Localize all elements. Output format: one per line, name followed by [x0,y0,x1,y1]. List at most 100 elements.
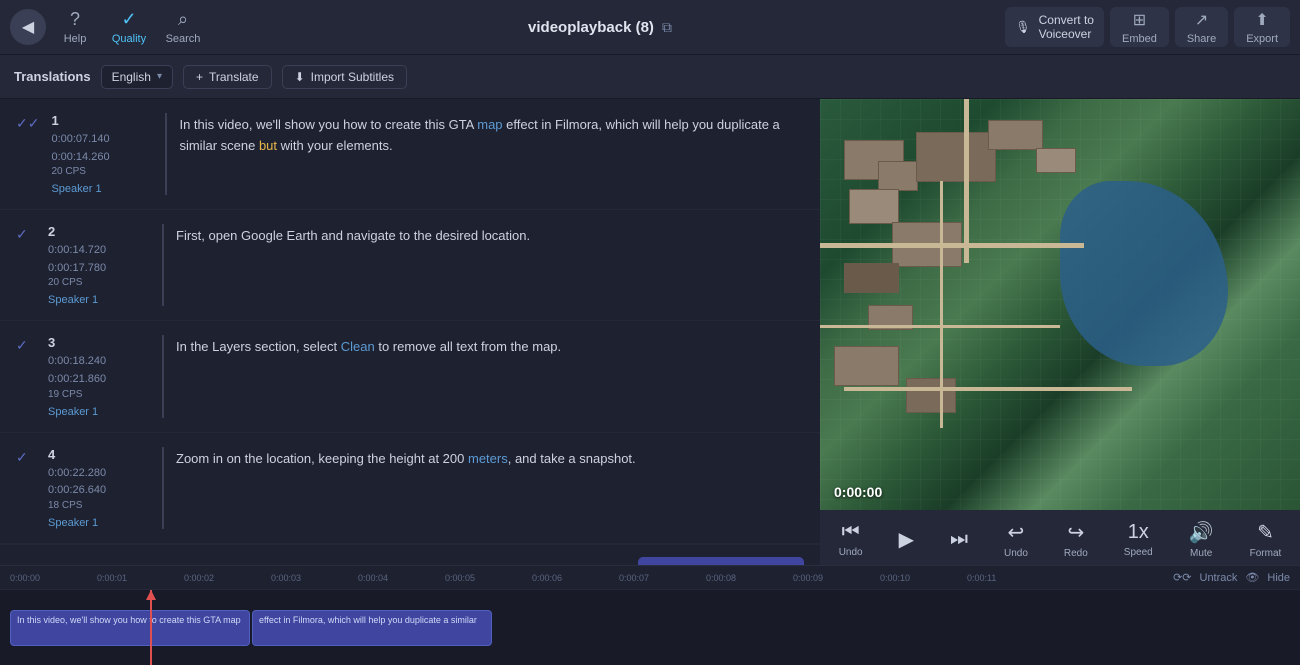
map-building-8 [834,346,899,386]
track-segment-text-2: effect in Filmora, which will help you d… [259,615,485,627]
topbar: ◀ ? Help ✓ Quality ⌕ Search videoplaybac… [0,0,1300,55]
untrack-button[interactable]: Untrack [1200,572,1238,584]
video-timestamp: 0:00:00 [834,484,882,500]
map-building-11 [1036,148,1076,173]
share-button[interactable]: ↗ Share [1175,7,1228,47]
convert-to-voiceover-button[interactable]: 🎙 Convert toVoiceover [1005,7,1104,47]
subtitle-text-2[interactable]: First, open Google Earth and navigate to… [176,224,804,247]
translate-label: Translate [209,70,259,84]
forward-button[interactable]: ⏭ [944,526,974,553]
tick-0: 0:00:00 [10,573,97,583]
subtitle-item-2: ✓ 2 0:00:14.720 0:00:17.780 20 CPS Speak… [0,210,820,321]
export-button[interactable]: ⬆ Export [1234,7,1290,47]
rewind-button[interactable]: ⏮ Undo [833,519,869,560]
redo-icon: ↪ [1067,520,1084,545]
subtitle-end-2: 0:00:17.780 [48,260,148,278]
subtitle-text-3[interactable]: In the Layers section, select Clean to r… [176,335,804,358]
controls-row: ⏮ Undo ▶ ⏭ ↩ Undo ↪ Redo 1x [820,518,1300,561]
subtitle-end-1: 0:00:14.260 [51,149,151,167]
subtitle-speaker-2[interactable]: Speaker 1 [48,294,148,306]
external-link-icon[interactable]: ⧉ [662,19,672,36]
subtitle-start-2: 0:00:14.720 [48,242,148,260]
subtitle-item-3: ✓ 3 0:00:18.240 0:00:21.860 19 CPS Speak… [0,321,820,432]
page-title: videoplayback (8) [528,19,654,36]
undo-button[interactable]: ↩ Undo [998,518,1034,561]
language-value: English [112,70,151,84]
subtitle-item-4: ✓ 4 0:00:22.280 0:00:26.640 18 CPS Speak… [0,433,820,544]
subtitle-start-3: 0:00:18.240 [48,353,148,371]
main-content: ✓✓ 1 0:00:07.140 0:00:14.260 20 CPS Spea… [0,99,1300,565]
divider-1 [165,113,167,195]
subtitle-number-3: 3 [48,335,148,350]
loop-icon: ⟳⟳ [1173,571,1191,584]
language-selector[interactable]: English ▾ [101,65,173,89]
track-segment-text-1: In this video, we'll show you how to cre… [17,615,243,627]
convert-label: Convert toVoiceover [1039,13,1094,42]
back-button[interactable]: ◀ [10,9,46,45]
highlight-but: but [259,138,277,153]
topbar-center: videoplayback (8) ⧉ [230,19,970,36]
import-subtitles-button[interactable]: ⬇ Import Subtitles [282,65,407,89]
timeline-ruler: 0:00:00 0:00:01 0:00:02 0:00:03 0:00:04 … [0,573,1173,583]
subtitle-number-1: 1 [51,113,151,128]
topbar-right: 🎙 Convert toVoiceover ⊞ Embed ↗ Share ⬆ … [970,7,1290,47]
tick-7: 0:00:07 [619,573,706,583]
import-label: Import Subtitles [311,70,394,84]
divider-4 [162,447,164,529]
tick-2: 0:00:02 [184,573,271,583]
mute-label: Mute [1190,548,1212,559]
play-button[interactable]: ▶ [893,525,920,554]
subtitle-meta-2: 2 0:00:14.720 0:00:17.780 20 CPS Speaker… [48,224,148,306]
subtitle-speaker-4[interactable]: Speaker 1 [48,517,148,529]
track-segment-1[interactable]: In this video, we'll show you how to cre… [10,610,250,646]
play-icon: ▶ [899,527,914,552]
export-label: Export [1246,33,1278,45]
subtitle-speaker-1[interactable]: Speaker 1 [51,183,151,195]
subtitle-meta-4: 4 0:00:22.280 0:00:26.640 18 CPS Speaker… [48,447,148,529]
map-road-1 [820,243,1084,248]
highlight-meters: meters [468,451,508,466]
format-icon: ✎ [1257,520,1274,545]
timeline: 0:00:00 0:00:01 0:00:02 0:00:03 0:00:04 … [0,565,1300,665]
format-label: Format [1250,548,1282,559]
subtitle-speaker-3[interactable]: Speaker 1 [48,406,148,418]
subtitles-panel: ✓✓ 1 0:00:07.140 0:00:14.260 20 CPS Spea… [0,99,820,565]
hide-button[interactable]: Hide [1267,572,1290,584]
mute-button[interactable]: 🔊 Mute [1183,518,1220,561]
timeline-playhead[interactable] [150,590,152,665]
subtitle-end-3: 0:00:21.860 [48,371,148,389]
embed-button[interactable]: ⊞ Embed [1110,7,1169,47]
speed-button[interactable]: 1x Speed [1118,519,1159,560]
tick-8: 0:00:08 [706,573,793,583]
subtitle-text-1[interactable]: In this video, we'll show you how to cre… [179,113,804,157]
quality-button[interactable]: ✓ Quality [104,4,154,50]
check-icon-1: ✓✓ [16,115,39,132]
subtitle-cps-1: 20 CPS [51,166,151,177]
help-icon: ? [70,9,80,30]
export-icon: ⬆ [1255,10,1268,30]
redo-button[interactable]: ↪ Redo [1058,518,1094,561]
timeline-controls-right: ⟳⟳ Untrack 👁 Hide [1173,571,1300,584]
tick-4: 0:00:04 [358,573,445,583]
eye-icon: 👁 [1245,571,1259,584]
highlight-map: map [477,117,502,132]
forward-icon: ⏭ [950,528,968,551]
chevron-down-icon: ▾ [157,71,162,82]
tick-10: 0:00:10 [880,573,967,583]
subtitle-text-4[interactable]: Zoom in on the location, keeping the hei… [176,447,804,470]
tick-11: 0:00:11 [967,573,1054,583]
tick-5: 0:00:05 [445,573,532,583]
divider-2 [162,224,164,306]
embed-label: Embed [1122,33,1157,45]
format-button[interactable]: ✎ Format [1244,518,1288,561]
track-segment-2[interactable]: effect in Filmora, which will help you d… [252,610,492,646]
search-button[interactable]: ⌕ Search [158,4,208,50]
undo-btn-label: Undo [1004,548,1028,559]
help-button[interactable]: ? Help [50,4,100,50]
map-building-10 [988,120,1043,150]
translate-button[interactable]: + Translate [183,65,272,89]
tick-6: 0:00:06 [532,573,619,583]
transcribe-entire-file-button[interactable]: Transcribe the Entire File [638,557,804,565]
video-controls: ⏮ Undo ▶ ⏭ ↩ Undo ↪ Redo 1x [820,510,1300,565]
map-building-4 [849,189,899,224]
